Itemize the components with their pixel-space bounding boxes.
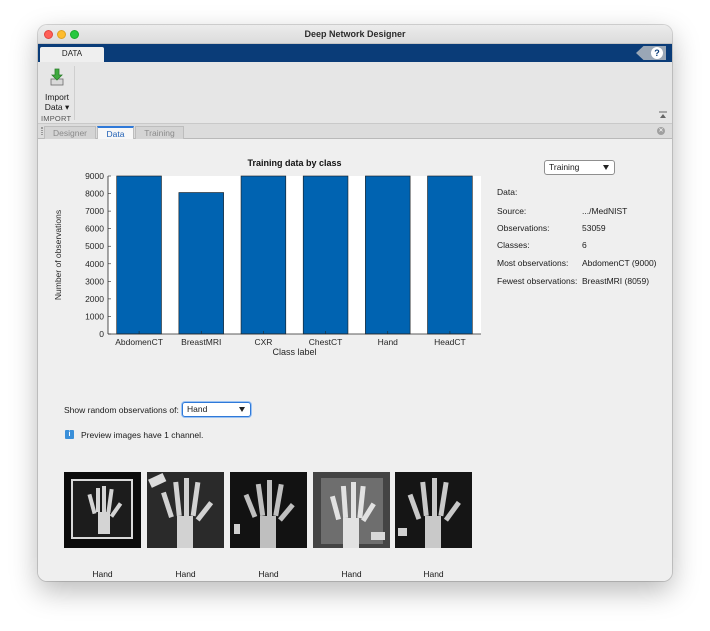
preview-image-label: Hand bbox=[423, 569, 444, 579]
x-tick-label: CXR bbox=[254, 337, 272, 347]
close-icon[interactable]: ✕ bbox=[657, 127, 665, 135]
most-observations-label: Most observations: bbox=[497, 258, 569, 268]
data-source-dropdown[interactable]: Training bbox=[544, 160, 615, 175]
class-select-value: Hand bbox=[187, 404, 208, 414]
x-tick-label: AbdomenCT bbox=[115, 337, 163, 347]
preview-image-label: Hand bbox=[258, 569, 279, 579]
fewest-observations-row: Fewest observations: BreastMRI (8059) bbox=[497, 275, 667, 287]
classes-row: Classes: 6 bbox=[497, 239, 667, 251]
ribbon-tab-bar: DATA ? bbox=[38, 44, 672, 63]
window-title: Deep Network Designer bbox=[304, 29, 406, 39]
tab-designer[interactable]: Designer bbox=[44, 126, 96, 139]
show-observations-label: Show random observations of: bbox=[64, 405, 179, 415]
bar-breastmri bbox=[178, 192, 224, 335]
chart-title: Training data by class bbox=[247, 158, 341, 168]
y-tick-label: 2000 bbox=[85, 294, 104, 304]
y-tick-label: 8000 bbox=[85, 189, 104, 199]
info-icon: i bbox=[65, 430, 74, 439]
data-label: Data: bbox=[497, 187, 518, 197]
fewest-observations-label: Fewest observations: bbox=[497, 276, 578, 286]
class-distribution-chart: AbdomenCT BreastMRI CXR ChestCT Hand HeadCT 0 1… bbox=[53, 158, 481, 357]
y-tick-label: 7000 bbox=[85, 206, 104, 216]
observations-row: Observations: 53059 bbox=[497, 222, 667, 234]
import-data-label-line2: Data ▾ bbox=[44, 102, 70, 112]
chevron-down-icon bbox=[239, 407, 245, 412]
classes-label: Classes: bbox=[497, 240, 530, 250]
plot-area bbox=[108, 176, 481, 334]
bar-hand bbox=[365, 175, 411, 335]
most-observations-value: AbdomenCT (9000) bbox=[582, 258, 657, 268]
grip-handle-icon[interactable] bbox=[41, 127, 43, 135]
preview-image-1 bbox=[64, 472, 141, 548]
most-observations-row: Most observations: AbdomenCT (9000) bbox=[497, 257, 667, 269]
source-row: Source: .../MedNIST bbox=[497, 205, 667, 217]
title-bar: Deep Network Designer bbox=[38, 25, 672, 44]
ribbon-toolstrip: Import Data ▾ IMPORT bbox=[38, 62, 672, 124]
x-tick-label: Hand bbox=[378, 337, 399, 347]
y-tick-label: 4000 bbox=[85, 259, 104, 269]
bar-cxr bbox=[240, 175, 287, 335]
preview-image-3 bbox=[230, 472, 307, 548]
ribbon-tab-data[interactable]: DATA bbox=[40, 47, 104, 63]
tab-training[interactable]: Training bbox=[135, 126, 184, 139]
observations-label: Observations: bbox=[497, 223, 550, 233]
y-tick-label: 9000 bbox=[85, 171, 104, 181]
source-value: .../MedNIST bbox=[582, 206, 628, 216]
y-tick-label: 6000 bbox=[85, 224, 104, 234]
source-label: Source: bbox=[497, 206, 527, 216]
import-arrow-icon bbox=[50, 68, 64, 86]
y-tick-label: 3000 bbox=[85, 276, 104, 286]
collapse-toolstrip-icon[interactable] bbox=[659, 111, 667, 119]
import-section-label: IMPORT bbox=[41, 114, 72, 123]
import-data-label-line1: Import bbox=[44, 92, 70, 102]
x-tick-label: BreastMRI bbox=[181, 337, 221, 347]
observations-value: 53059 bbox=[582, 223, 606, 233]
bar-headct bbox=[427, 175, 473, 335]
app-window: Deep Network Designer DATA ? Import Data… bbox=[38, 25, 672, 581]
fewest-observations-value: BreastMRI (8059) bbox=[582, 276, 650, 286]
y-axis-label: Number of observations bbox=[53, 210, 63, 300]
class-select-dropdown[interactable]: Hand bbox=[182, 402, 251, 417]
import-data-button[interactable]: Import Data ▾ bbox=[41, 66, 73, 112]
preview-image-label: Hand bbox=[92, 569, 113, 579]
preview-note: Preview images have 1 channel. bbox=[81, 430, 204, 440]
document-tab-bar: Designer Data Training ✕ bbox=[38, 124, 672, 139]
preview-image-4 bbox=[313, 472, 390, 548]
section-divider bbox=[74, 66, 75, 120]
x-axis-label: Class label bbox=[272, 347, 316, 357]
y-tick-label: 1000 bbox=[85, 311, 104, 321]
preview-image-label: Hand bbox=[341, 569, 362, 579]
preview-image-2 bbox=[147, 472, 224, 548]
bar-abdomenct bbox=[116, 175, 162, 335]
question-mark-icon[interactable]: ? bbox=[651, 47, 663, 59]
y-tick-label: 0 bbox=[99, 329, 104, 339]
data-panel: AbdomenCT BreastMRI CXR ChestCT Hand HeadCT 0 1… bbox=[38, 140, 672, 581]
preview-image-label: Hand bbox=[175, 569, 196, 579]
classes-value: 6 bbox=[582, 240, 587, 250]
x-tick-label: ChestCT bbox=[309, 337, 343, 347]
x-tick-label: HeadCT bbox=[434, 337, 466, 347]
bar-chestct bbox=[302, 175, 349, 335]
y-tick-label: 5000 bbox=[85, 241, 104, 251]
chevron-down-icon bbox=[603, 165, 609, 170]
data-row: Data: bbox=[497, 186, 667, 198]
tab-data[interactable]: Data bbox=[97, 126, 134, 139]
data-source-value: Training bbox=[549, 162, 580, 172]
preview-image-5 bbox=[395, 472, 472, 548]
